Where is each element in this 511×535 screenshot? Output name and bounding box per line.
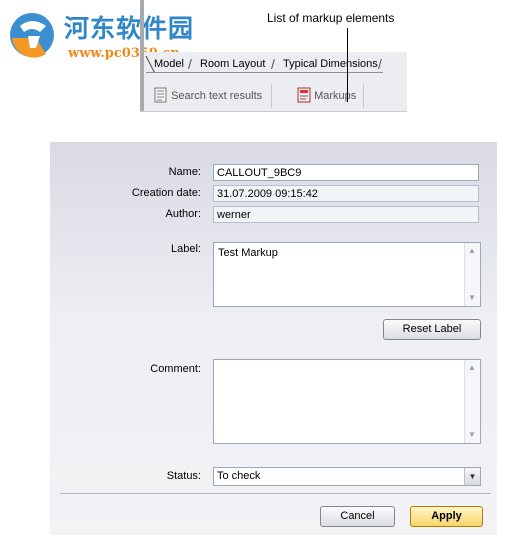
reset-label-button[interactable]: Reset Label: [383, 319, 481, 340]
comment-label: Comment:: [150, 363, 201, 375]
tab-room-layout[interactable]: Room Layout: [200, 56, 265, 72]
tab-bar: ╲ Model / Room Layout / Typical Dimensio…: [146, 56, 382, 72]
watermark-logo: [10, 13, 54, 58]
callout-pointer: [347, 28, 348, 102]
scroll-up-icon[interactable]: ▲: [467, 246, 477, 256]
status-label: Status:: [166, 470, 201, 482]
toolbar-separator: [271, 84, 272, 108]
author-label: Author:: [165, 208, 201, 220]
creation-date-field: 31.07.2009 09:15:42: [213, 185, 479, 202]
comment-textarea[interactable]: ▲ ▼: [213, 359, 481, 444]
document-search-icon: [154, 87, 167, 103]
window-edge: [140, 0, 144, 111]
scroll-down-icon[interactable]: ▼: [467, 430, 477, 440]
toolbar-separator: [363, 84, 364, 108]
tab-model[interactable]: Model: [154, 56, 184, 72]
search-text-results-button[interactable]: Search text results: [154, 86, 262, 106]
label-scrollbar[interactable]: ▲ ▼: [464, 243, 480, 306]
markups-label: Markups: [314, 90, 357, 102]
tab-typical-dimensions[interactable]: Typical Dimensions: [283, 56, 378, 72]
label-textarea[interactable]: Test Markup ▲ ▼: [213, 242, 481, 307]
name-field[interactable]: CALLOUT_9BC9: [213, 164, 479, 181]
chevron-down-icon[interactable]: ▼: [464, 468, 480, 485]
creation-date-label: Creation date:: [131, 187, 201, 199]
divider: [60, 493, 491, 494]
markup-list-icon: [297, 87, 311, 103]
search-text-results-label: Search text results: [171, 90, 263, 102]
comment-scrollbar[interactable]: ▲ ▼: [464, 360, 480, 443]
author-field: werner: [213, 206, 479, 223]
scroll-down-icon[interactable]: ▼: [467, 293, 477, 303]
label-text: Test Markup: [218, 247, 278, 259]
watermark-site-name: 河东软件园: [64, 14, 195, 43]
status-value: To check: [217, 470, 261, 482]
cancel-button[interactable]: Cancel: [320, 506, 395, 527]
callout-text: List of markup elements: [267, 11, 395, 25]
name-label: Name:: [168, 166, 201, 178]
apply-button[interactable]: Apply: [410, 506, 483, 527]
label-label: Label:: [171, 243, 201, 255]
scroll-up-icon[interactable]: ▲: [467, 363, 477, 373]
status-select[interactable]: To check ▼: [213, 467, 481, 486]
